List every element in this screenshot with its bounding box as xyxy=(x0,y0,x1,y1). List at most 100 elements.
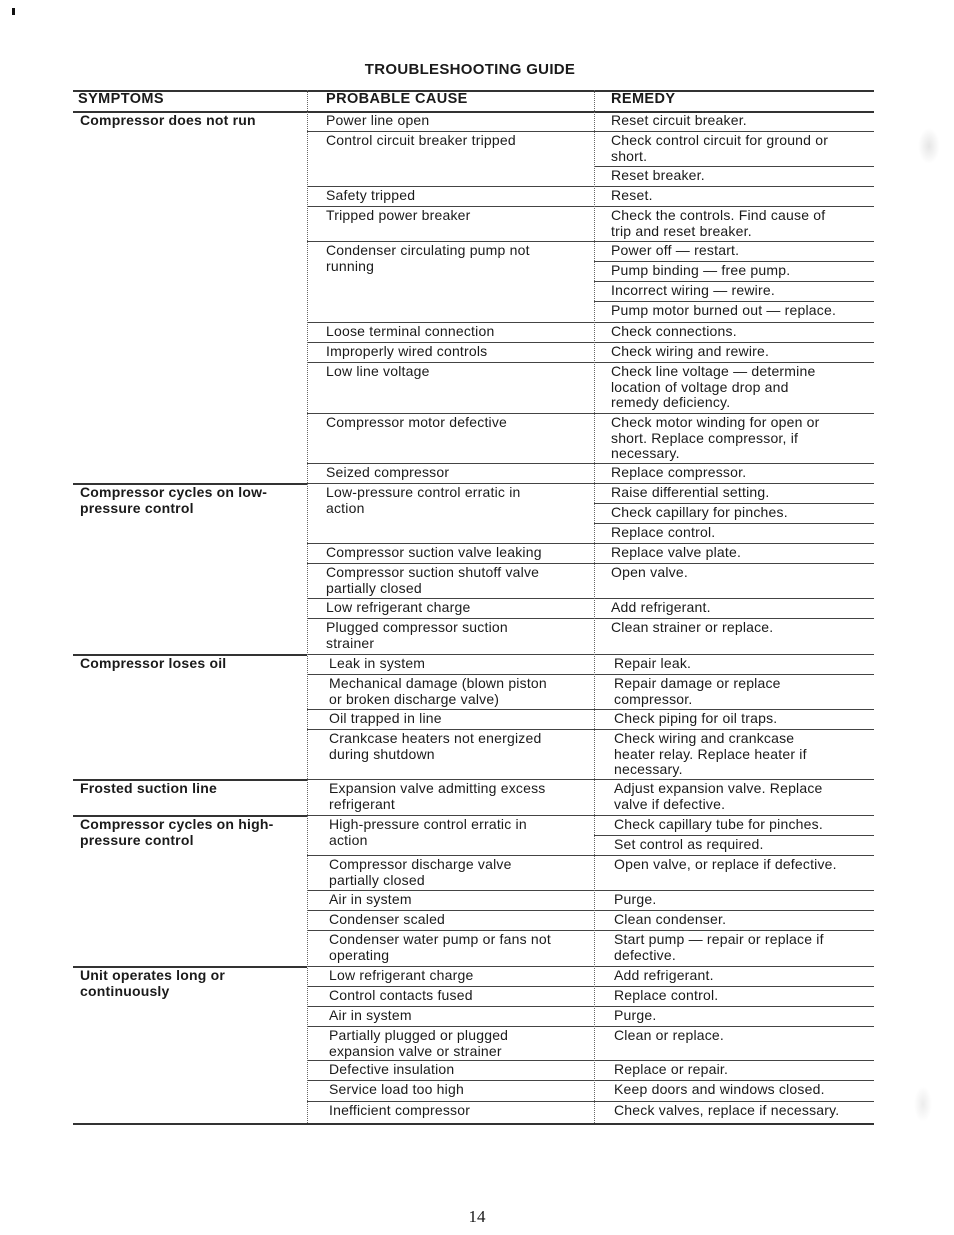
remedy-text: Check capillary tube for pinches. xyxy=(614,816,823,832)
remedy-text: Keep doors and windows closed. xyxy=(614,1081,825,1097)
remedy-text: Replace valve plate. xyxy=(611,544,742,560)
row-divider xyxy=(594,322,874,323)
row-divider xyxy=(307,131,594,132)
remedy-text: Incorrect wiring — rewire. xyxy=(611,282,775,298)
probable-cause: Low refrigerant charge xyxy=(329,967,474,983)
row-divider xyxy=(307,1026,594,1027)
symptom-label: Unit operates long or continuously xyxy=(80,967,225,999)
remedy-text: Repair damage or replace compressor. xyxy=(614,675,781,707)
remedy-text: Reset circuit breaker. xyxy=(611,112,747,128)
probable-cause: Control contacts fused xyxy=(329,987,473,1003)
row-divider xyxy=(594,1006,874,1007)
row-divider xyxy=(307,815,594,816)
remedy-text: Pump motor burned out — replace. xyxy=(611,302,837,318)
row-divider xyxy=(73,815,307,817)
row-divider xyxy=(594,729,874,730)
header-probable-cause: PROBABLE CAUSE xyxy=(326,91,468,107)
row-divider xyxy=(307,910,594,911)
remedy-text: Check capillary for pinches. xyxy=(611,504,788,520)
row-divider xyxy=(594,166,874,167)
remedy-text: Reset. xyxy=(611,187,653,203)
probable-cause: Mechanical damage (blown piston or broke… xyxy=(329,675,547,707)
probable-cause: Plugged compressor suction strainer xyxy=(326,619,508,651)
row-divider xyxy=(307,1006,594,1007)
probable-cause: Seized compressor xyxy=(326,464,450,480)
row-divider xyxy=(594,563,874,564)
row-divider xyxy=(594,186,874,187)
column-divider xyxy=(307,90,308,1123)
row-divider xyxy=(594,463,874,464)
row-divider xyxy=(594,598,874,599)
row-divider xyxy=(594,281,874,282)
symptom-label: Compressor loses oil xyxy=(80,655,227,671)
remedy-text: Clean or replace. xyxy=(614,1027,725,1043)
row-divider xyxy=(307,186,594,187)
row-divider xyxy=(307,463,594,464)
header-symptoms: SYMPTOMS xyxy=(78,91,164,107)
symptom-label: Frosted suction line xyxy=(80,780,218,796)
row-divider xyxy=(307,1080,594,1081)
remedy-text: Check motor winding for open or short. R… xyxy=(611,414,820,461)
probable-cause: Air in system xyxy=(329,1007,412,1023)
row-divider xyxy=(594,523,874,524)
remedy-text: Power off — restart. xyxy=(611,242,740,258)
remedy-text: Replace compressor. xyxy=(611,464,747,480)
remedy-text: Reset breaker. xyxy=(611,167,705,183)
probable-cause: Partially plugged or plugged expansion v… xyxy=(329,1027,509,1059)
remedy-text: Replace control. xyxy=(611,524,716,540)
row-divider xyxy=(594,618,874,619)
row-divider xyxy=(594,413,874,414)
probable-cause: Low-pressure control erratic in action xyxy=(326,484,521,516)
row-divider xyxy=(307,483,594,484)
probable-cause: Air in system xyxy=(329,891,412,907)
probable-cause: Tripped power breaker xyxy=(326,207,471,223)
probable-cause: Compressor suction valve leaking xyxy=(326,544,542,560)
probable-cause: Safety tripped xyxy=(326,187,416,203)
remedy-text: Check connections. xyxy=(611,323,737,339)
row-divider xyxy=(307,930,594,931)
row-divider xyxy=(307,618,594,619)
row-divider xyxy=(307,1060,594,1061)
row-divider xyxy=(594,206,874,207)
probable-cause: Expansion valve admitting excess refrige… xyxy=(329,780,546,812)
row-divider xyxy=(307,779,594,780)
row-divider xyxy=(307,654,594,655)
row-divider xyxy=(73,483,307,485)
remedy-text: Replace control. xyxy=(614,987,719,1003)
row-divider xyxy=(594,930,874,931)
row-divider xyxy=(307,413,594,414)
row-divider xyxy=(594,301,874,302)
header-remedy: REMEDY xyxy=(611,91,676,107)
row-divider xyxy=(307,241,594,242)
row-divider xyxy=(594,910,874,911)
row-divider xyxy=(594,543,874,544)
probable-cause: Condenser circulating pump not running xyxy=(326,242,530,274)
probable-cause: Compressor motor defective xyxy=(326,414,508,430)
row-divider xyxy=(594,241,874,242)
row-divider xyxy=(594,674,874,675)
row-divider xyxy=(307,362,594,363)
row-divider xyxy=(594,855,874,856)
remedy-text: Open valve. xyxy=(611,564,688,580)
probable-cause: Defective insulation xyxy=(329,1061,455,1077)
scan-mark xyxy=(12,8,15,15)
probable-cause: Compressor discharge valve partially clo… xyxy=(329,856,512,888)
symptom-label: Compressor cycles on low- pressure contr… xyxy=(80,484,268,516)
row-divider xyxy=(307,543,594,544)
remedy-text: Start pump — repair or replace if defect… xyxy=(614,931,824,963)
row-divider xyxy=(73,779,307,781)
remedy-text: Pump binding — free pump. xyxy=(611,262,791,278)
row-divider xyxy=(307,674,594,675)
remedy-text: Open valve, or replace if defective. xyxy=(614,856,837,872)
remedy-text: Check line voltage — determine location … xyxy=(611,363,816,410)
row-divider xyxy=(594,709,874,710)
remedy-text: Clean condenser. xyxy=(614,911,727,927)
remedy-text: Add refrigerant. xyxy=(611,599,711,615)
remedy-text: Replace or repair. xyxy=(614,1061,729,1077)
column-divider xyxy=(594,90,595,1123)
row-divider xyxy=(307,709,594,710)
remedy-text: Raise differential setting. xyxy=(611,484,770,500)
row-divider xyxy=(307,729,594,730)
remedy-text: Purge. xyxy=(614,1007,657,1023)
scan-smudge xyxy=(918,128,940,164)
